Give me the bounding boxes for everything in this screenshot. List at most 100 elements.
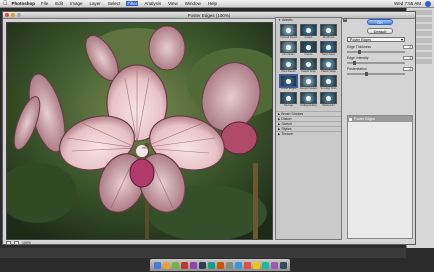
filter-thumbnail[interactable] — [320, 41, 337, 53]
dock-app-icon[interactable] — [279, 261, 287, 269]
menu-analysis[interactable]: Analysis — [143, 1, 162, 6]
filter-thumbnail[interactable] — [320, 92, 337, 104]
zoom-in-button[interactable] — [14, 241, 19, 245]
filter-thumbnail[interactable] — [280, 24, 297, 36]
apple-icon[interactable]:  — [3, 0, 8, 8]
param-value-field[interactable]: 2 — [403, 67, 413, 71]
dock-app-icon[interactable] — [261, 261, 269, 269]
filter-thumbnail-label: Neon Glow — [322, 53, 335, 56]
filter-thumbnail-label: Underpainting — [300, 104, 317, 107]
param-slider[interactable] — [347, 71, 405, 76]
dock-app-icon[interactable] — [189, 261, 197, 269]
param-label: Edge Thickness — [347, 45, 372, 49]
spotlight-icon[interactable] — [425, 0, 431, 7]
menu-filter[interactable]: Filter — [126, 1, 139, 6]
menu-select[interactable]: Select — [107, 1, 122, 6]
folder-label: Artistic — [281, 18, 293, 22]
ok-button[interactable]: OK — [367, 19, 393, 25]
dock-app-icon[interactable] — [252, 261, 260, 269]
dock-app-icon[interactable] — [225, 261, 233, 269]
dock-app-icon[interactable] — [198, 261, 206, 269]
folder-item[interactable]: ▶ Texture — [276, 131, 341, 136]
filter-thumbnail-cell[interactable]: Neon Glow — [320, 41, 337, 57]
menu-help[interactable]: Help — [207, 1, 218, 6]
minimize-icon[interactable] — [11, 13, 15, 17]
filter-thumbnail-cell[interactable]: Paint Daubs — [280, 58, 297, 74]
param-slider[interactable] — [347, 49, 405, 54]
dock-app-icon[interactable] — [270, 261, 278, 269]
filter-thumbnail-cell[interactable]: Cutout — [300, 24, 317, 40]
dock-app-icon[interactable] — [216, 261, 224, 269]
menu-edit[interactable]: Edit — [54, 1, 64, 6]
slider-knob[interactable] — [352, 60, 356, 65]
filter-preview[interactable] — [6, 22, 273, 240]
filter-thumbnail[interactable] — [300, 75, 317, 87]
filter-thumbnail-cell[interactable]: Plastic Wrap — [320, 58, 337, 74]
filter-thumbnail-cell[interactable]: Palette Knife — [300, 58, 317, 74]
filter-thumbnail[interactable] — [279, 74, 298, 88]
menu-image[interactable]: Image — [69, 1, 84, 6]
filter-thumbnail[interactable] — [300, 58, 317, 70]
param-slider[interactable] — [347, 60, 405, 65]
filter-params: Edge Thickness 2 Edge Intensity 1 Posterizat… — [347, 45, 413, 76]
filter-thumbnail-cell[interactable]: Sponge — [280, 92, 297, 108]
filter-thumbnail[interactable] — [320, 24, 337, 36]
dock-app-icon[interactable] — [171, 261, 179, 269]
filter-thumbnail-label: Watercolor — [322, 104, 335, 107]
menu-layer[interactable]: Layer — [89, 1, 102, 6]
filter-thumbnail[interactable] — [280, 41, 297, 53]
filter-thumbnail-cell[interactable]: Watercolor — [320, 92, 337, 108]
filter-thumbnails: Colored Pencil Cutout Dry Brush Film Grain F… — [276, 23, 341, 109]
dock-app-icon[interactable] — [153, 261, 161, 269]
slider-knob[interactable] — [358, 49, 361, 54]
dock — [150, 259, 290, 271]
param-label: Edge Intensity — [347, 56, 369, 60]
filter-thumbnail[interactable] — [300, 92, 317, 104]
filter-thumbnail[interactable] — [280, 58, 297, 70]
preview-footer: 100% — [6, 241, 273, 245]
menu-file[interactable]: File — [40, 1, 49, 6]
clock[interactable]: Wed 7:55 AM — [394, 1, 421, 6]
zoom-icon[interactable] — [17, 13, 21, 17]
dialog-title: Poster Edges (100%) — [187, 13, 231, 18]
filter-thumbnail-cell[interactable]: Rough Pastels — [300, 75, 317, 91]
default-button[interactable]: Default — [367, 28, 393, 34]
param-row: Edge Intensity 1 — [347, 56, 413, 60]
filter-gallery-dialog: Poster Edges (100%) 100% ▼ Artistic Colo… — [2, 11, 416, 245]
filter-thumbnail-label: Cutout — [304, 36, 313, 39]
filter-thumbnail[interactable] — [320, 75, 337, 87]
dock-app-icon[interactable] — [234, 261, 242, 269]
dock-app-icon[interactable] — [162, 261, 170, 269]
param-value-field[interactable]: 1 — [403, 56, 413, 60]
folder-expanded-icon: ▼ — [278, 18, 281, 22]
filter-thumbnail[interactable] — [280, 92, 297, 104]
filter-thumbnail-cell[interactable]: Film Grain — [280, 41, 297, 57]
zoom-level[interactable]: 100% — [22, 241, 31, 245]
dock-app-icon[interactable] — [180, 261, 188, 269]
zoom-out-button[interactable] — [6, 241, 11, 245]
filter-thumbnail-cell[interactable]: Underpainting — [300, 92, 317, 108]
param-value-field[interactable]: 2 — [403, 45, 413, 49]
slider-knob[interactable] — [365, 71, 369, 76]
filter-thumbnail-label: Rough Pastels — [300, 87, 317, 90]
filter-thumbnail-label: Palette Knife — [301, 70, 316, 73]
filter-thumbnail[interactable] — [320, 58, 337, 70]
filter-thumbnail[interactable] — [300, 41, 317, 53]
filter-thumbnail-cell[interactable]: Colored Pencil — [280, 24, 297, 40]
filter-thumbnail-cell[interactable]: Smudge Stick — [320, 75, 337, 91]
filter-thumbnail-label: Film Grain — [282, 53, 295, 56]
close-icon[interactable] — [5, 13, 9, 17]
filter-thumbnail-cell[interactable]: Dry Brush — [320, 24, 337, 40]
filter-thumbnail[interactable] — [300, 24, 317, 36]
dock-app-icon[interactable] — [207, 261, 215, 269]
menu-view[interactable]: View — [167, 1, 179, 6]
dock-app-icon[interactable] — [243, 261, 251, 269]
filter-select[interactable]: Poster Edges — [347, 37, 405, 42]
filter-thumbnail-cell[interactable]: Fresco — [300, 41, 317, 57]
menu-window[interactable]: Window — [184, 1, 202, 6]
param-row: Posterization 2 — [347, 67, 413, 71]
effect-layer-row[interactable]: Poster Edges — [348, 116, 412, 122]
filter-thumbnail-cell[interactable]: Poster Edges — [279, 74, 298, 91]
filter-thumbnail-label: Poster Edges — [280, 87, 297, 90]
app-menu[interactable]: Photoshop — [12, 1, 36, 6]
